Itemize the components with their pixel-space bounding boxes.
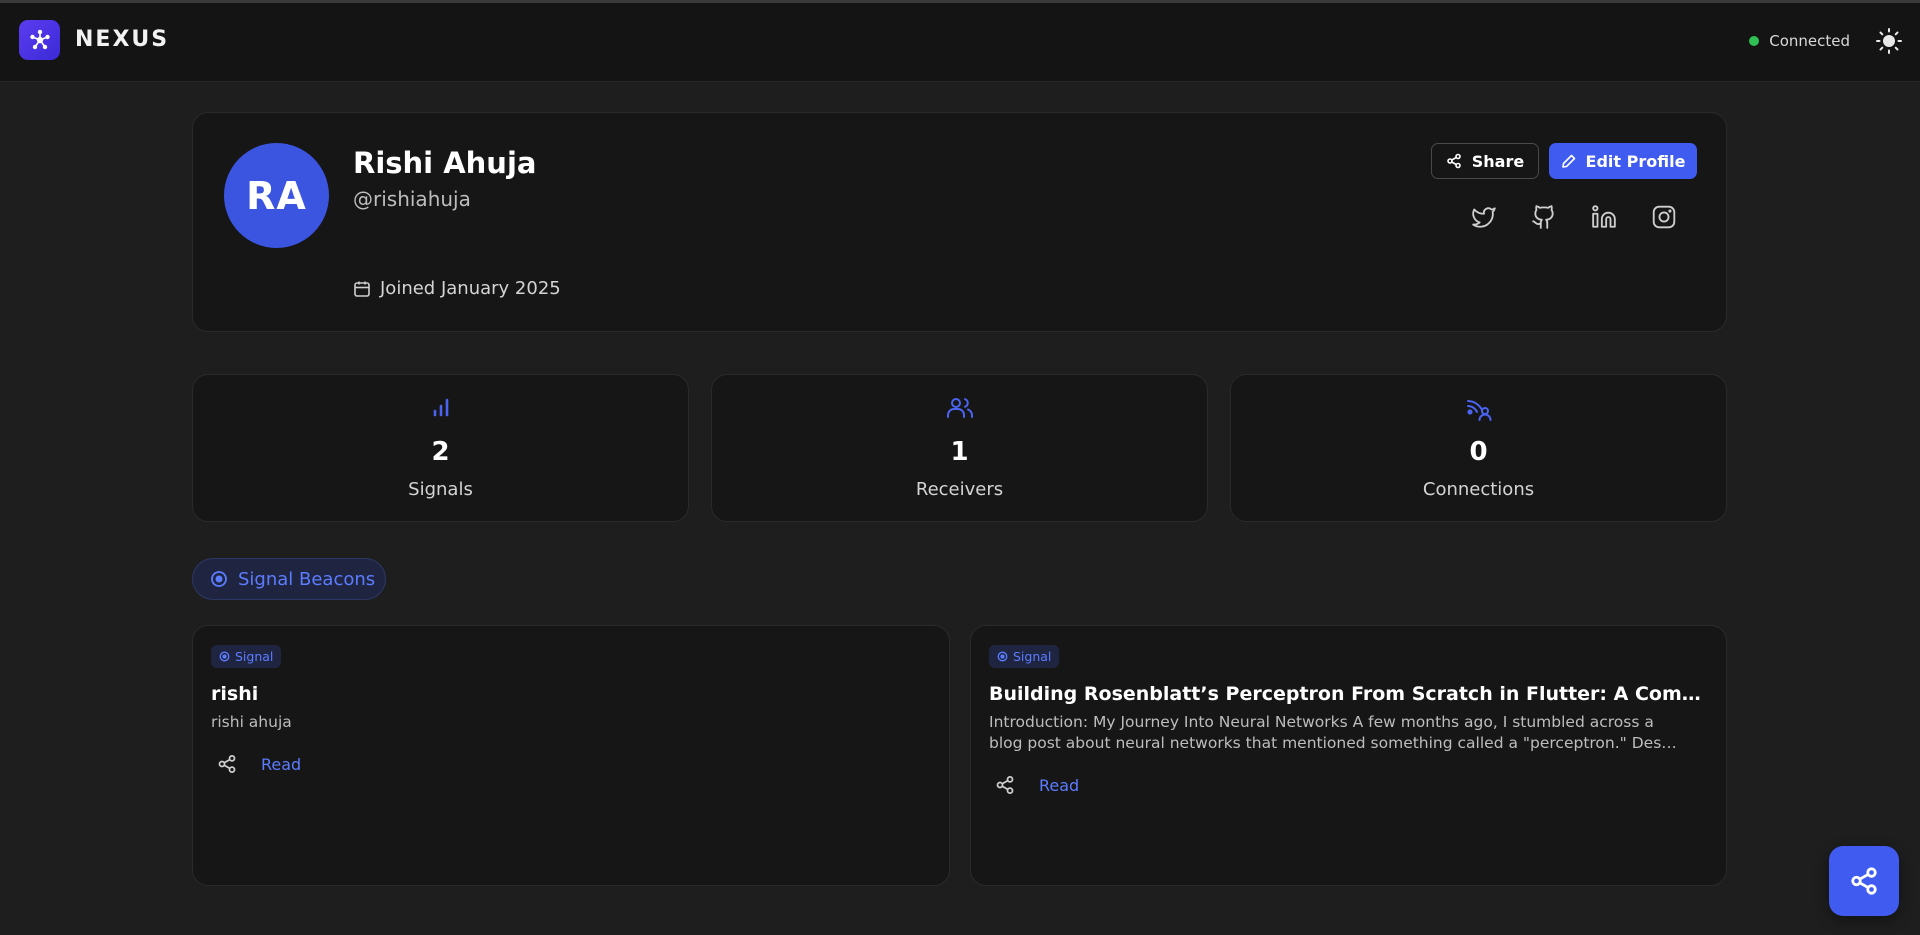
tab-label: Signal Beacons (238, 568, 376, 590)
signal-badge: Signal (211, 645, 282, 668)
brand-name: NEXUS (75, 27, 170, 52)
excerpt-line: Introduction: My Journey Into Neural Net… (989, 713, 1654, 731)
signal-badge: Signal (989, 645, 1060, 668)
stat-card-receivers: 1 Receivers (711, 374, 1208, 522)
network-logo-icon (29, 29, 50, 50)
connection-status: Connected (1749, 32, 1850, 50)
share-icon (218, 755, 236, 773)
stat-card-signals: 2 Signals (192, 374, 689, 522)
calendar-icon (354, 281, 370, 297)
share-button[interactable]: Share (1431, 143, 1539, 179)
twitter-icon (1472, 207, 1496, 228)
edit-profile-button[interactable]: Edit Profile (1549, 143, 1697, 179)
stat-label: Signals (408, 479, 473, 500)
signal-connections-icon (1466, 400, 1491, 421)
post-actions: Read (989, 769, 1079, 801)
post-actions: Read (211, 748, 301, 780)
post-title[interactable]: rishi (211, 683, 931, 705)
avatar: RA (224, 143, 329, 248)
profile-name: Rishi Ahuja (353, 146, 537, 180)
join-date: Joined January 2025 (353, 278, 561, 299)
stat-label: Connections (1422, 479, 1535, 500)
stat-card-connections: 0 Connections (1230, 374, 1727, 522)
post-card[interactable]: Signal rishi rishi ahuja Read (192, 625, 950, 886)
users-icon (946, 398, 973, 418)
read-link[interactable]: Read (261, 755, 301, 774)
tab-signal-beacons[interactable]: Signal Beacons (192, 558, 386, 600)
bar-chart-icon (433, 398, 448, 417)
profile-card: RA Rishi Ahuja @rishiahuja Joined Januar… (192, 112, 1727, 332)
sun-icon (1876, 28, 1902, 54)
social-links (1469, 202, 1679, 232)
stat-label: Receivers (915, 479, 1004, 500)
post-title[interactable]: Building Rosenblatt’s Perceptron From Sc… (989, 683, 1708, 705)
post-excerpt: Introduction: My Journey Into Neural Net… (989, 712, 1708, 754)
radio-target-icon (219, 651, 230, 662)
instagram-icon (1652, 205, 1676, 229)
github-icon (1532, 205, 1554, 229)
read-link[interactable]: Read (1039, 776, 1079, 795)
stat-value: 2 (431, 437, 450, 467)
profile-handle: @rishiahuja (353, 187, 471, 211)
stat-icon-wrap (712, 396, 1207, 420)
post-card[interactable]: Signal Building Rosenblatt’s Perceptron … (970, 625, 1727, 886)
github-link[interactable] (1529, 202, 1559, 232)
stat-value: 1 (950, 437, 969, 467)
share-icon (1851, 867, 1877, 895)
post-excerpt: rishi ahuja (211, 712, 931, 733)
edit-profile-label: Edit Profile (1585, 151, 1686, 171)
share-icon (1446, 153, 1461, 169)
post-share-button[interactable] (989, 769, 1021, 801)
pencil-icon (1561, 154, 1575, 168)
share-button-label: Share (1471, 151, 1525, 171)
join-date-text: Joined January 2025 (380, 278, 561, 299)
floating-share-button[interactable] (1829, 846, 1899, 916)
theme-toggle-button[interactable] (1874, 26, 1904, 56)
status-dot-icon (1749, 36, 1760, 46)
status-text: Connected (1769, 32, 1850, 50)
share-icon (996, 776, 1014, 794)
twitter-link[interactable] (1469, 202, 1499, 232)
instagram-link[interactable] (1649, 202, 1679, 232)
post-share-button[interactable] (211, 748, 243, 780)
stat-icon-wrap (193, 396, 688, 420)
excerpt-line: rishi ahuja (211, 713, 292, 731)
logo[interactable] (19, 20, 60, 60)
excerpt-line: blog post about neural networks that men… (989, 734, 1677, 752)
stat-value: 0 (1469, 437, 1488, 467)
stat-icon-wrap (1231, 396, 1726, 422)
linkedin-icon (1592, 205, 1616, 228)
badge-label: Signal (1013, 649, 1052, 664)
badge-label: Signal (235, 649, 274, 664)
top-bar: NEXUS Connected (0, 3, 1920, 82)
linkedin-link[interactable] (1589, 202, 1619, 232)
radio-target-icon (211, 571, 227, 587)
radio-target-icon (997, 651, 1008, 662)
